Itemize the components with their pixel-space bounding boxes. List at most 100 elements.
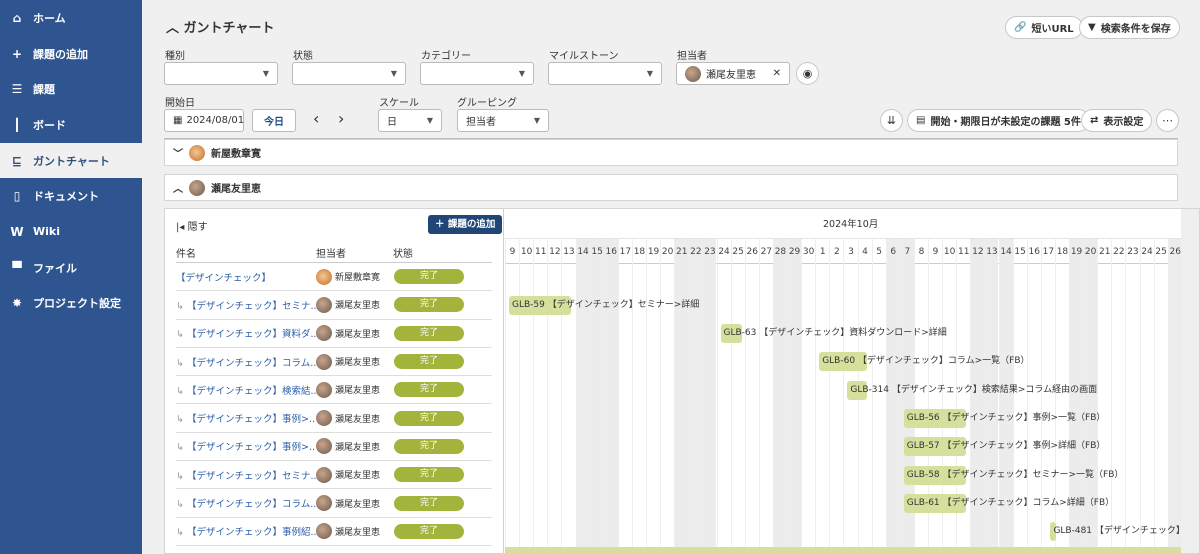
- group-header[interactable]: ﹀ 新屋敷章寛: [164, 139, 1178, 166]
- sidebar-item[interactable]: ▀ ファイル: [0, 250, 142, 286]
- more-icon: ⋯: [1162, 114, 1173, 127]
- prev-icon[interactable]: ‹: [313, 109, 319, 128]
- status-select[interactable]: ▼: [292, 62, 406, 85]
- status-badge[interactable]: 完了: [394, 438, 464, 454]
- save-search-button[interactable]: ▼ 検索条件を保存: [1079, 16, 1180, 39]
- add-issue-button[interactable]: ＋ 課題の追加: [428, 215, 503, 234]
- start-date-input[interactable]: ▦ 2024/08/01: [164, 109, 244, 132]
- assignee: 新屋敷章寛: [316, 268, 394, 285]
- issue-link[interactable]: ↳ 【デザインチェック】セミナ...: [176, 468, 316, 482]
- day-column: 24: [1139, 239, 1154, 553]
- day-column: 27: [758, 239, 773, 553]
- category-select[interactable]: ▼: [420, 62, 534, 85]
- day-column: 25: [1153, 239, 1168, 553]
- status-badge[interactable]: 完了: [394, 382, 464, 398]
- day-label: 20: [1084, 247, 1097, 257]
- hide-button[interactable]: |◂ 隠す: [176, 218, 208, 233]
- group-header[interactable]: ︿ 瀬尾友里恵: [164, 174, 1178, 201]
- sidebar-item[interactable]: ⊑ ガントチャート: [0, 142, 142, 179]
- expand-button[interactable]: ⇊: [880, 109, 903, 132]
- status-badge[interactable]: 完了: [394, 325, 464, 341]
- sliders-icon: ⇄: [1090, 115, 1099, 126]
- sidebar-item[interactable]: W Wiki: [0, 214, 142, 250]
- issue-link[interactable]: ↳ 【デザインチェック】コラム...: [176, 496, 316, 510]
- type-select[interactable]: ▼: [164, 62, 278, 85]
- scrollbar[interactable]: [1181, 209, 1199, 553]
- category-label: カテゴリー: [421, 51, 471, 62]
- day-label: 18: [633, 247, 646, 257]
- day-label: 12: [549, 247, 561, 257]
- day-label: 19: [1070, 247, 1083, 257]
- table-row: 【デザインチェック】 新屋敷章寛 完了: [176, 263, 492, 292]
- col-assignee: 担当者: [316, 249, 346, 260]
- issue-link[interactable]: ↳ 【デザインチェック】資料ダ...: [176, 326, 316, 340]
- issue-table: |◂ 隠す ＋ 課題の追加 件名 担当者 状態 【デザインチェック】 新屋敷章寛…: [165, 209, 504, 553]
- assignee-select[interactable]: 瀬尾友里恵 ✕: [676, 62, 790, 85]
- sidebar-item[interactable]: ▯ ドキュメント: [0, 178, 142, 214]
- day-label: 11: [958, 247, 970, 257]
- status-badge[interactable]: 完了: [394, 354, 464, 370]
- status-badge[interactable]: 完了: [394, 495, 464, 511]
- close-icon[interactable]: ✕: [773, 68, 781, 79]
- page-title[interactable]: ︿ ガントチャート: [166, 17, 274, 36]
- day-label: 30: [802, 247, 815, 257]
- table-header: 件名 担当者 状態: [176, 245, 492, 263]
- avatar: [316, 438, 332, 455]
- day-label: 16: [1028, 247, 1040, 257]
- issue-link[interactable]: ↳ 【デザインチェック】事例>...: [176, 411, 316, 425]
- issue-link[interactable]: ↳ 【デザインチェック】事例>...: [176, 439, 316, 453]
- issue-link[interactable]: ↳ 【デザインチェック】コラム...: [176, 355, 316, 369]
- status-badge[interactable]: 完了: [394, 297, 464, 313]
- issue-link[interactable]: 【デザインチェック】: [176, 270, 316, 284]
- plus-icon: ＋: [435, 219, 448, 230]
- day-label: 29: [788, 247, 801, 257]
- day-column: 25: [730, 239, 745, 553]
- sidebar-item[interactable]: + 課題の追加: [0, 36, 142, 72]
- sidebar-item[interactable]: ┃ ボード: [0, 107, 142, 143]
- timeline: 2024年10月 9 10 11 12 13 14 15 16 17 18 19 20 21 22 23 24…: [505, 209, 1199, 553]
- assignee-label: 担当者: [677, 51, 707, 62]
- subtask-icon: ↳: [176, 357, 187, 369]
- gantt-bar-label: GLB-57 【デザインチェック】事例>詳細（FB）: [906, 441, 1106, 452]
- avatar: [316, 523, 332, 540]
- next-icon[interactable]: ›: [338, 109, 344, 128]
- day-label: 12: [972, 247, 984, 257]
- table-row: ↳ 【デザインチェック】事例>... 瀬尾友里恵 完了: [176, 405, 492, 433]
- today-button[interactable]: 今日: [252, 109, 296, 132]
- scale-select[interactable]: 日 ▼: [378, 109, 442, 132]
- assign-me-button[interactable]: ◉: [796, 62, 819, 85]
- day-label: 21: [1099, 247, 1111, 257]
- display-settings-button[interactable]: ⇄ 表示設定: [1081, 109, 1153, 132]
- avatar: [316, 353, 332, 370]
- issue-link[interactable]: ↳ 【デザインチェック】セミナ...: [176, 298, 316, 312]
- chevron-up-icon: ︿: [173, 184, 183, 195]
- sidebar-item[interactable]: ☰ 課題: [0, 71, 142, 107]
- day-column: 14: [575, 239, 590, 553]
- subtask-icon: ↳: [176, 385, 187, 397]
- day-label: 14: [1000, 247, 1012, 257]
- status-badge[interactable]: 完了: [394, 467, 464, 483]
- issue-link[interactable]: ↳ 【デザインチェック】検索結...: [176, 383, 316, 397]
- status-badge[interactable]: 完了: [394, 523, 464, 539]
- sidebar-item[interactable]: ✸ プロジェクト設定: [0, 286, 142, 322]
- day-column: 16: [603, 239, 618, 553]
- gantt-bar-label: GLB-481 【デザインチェック】: [1053, 526, 1185, 537]
- status-badge[interactable]: 完了: [394, 269, 464, 285]
- group-summary-bar: [505, 547, 1181, 553]
- sidebar-item[interactable]: ⌂ ホーム: [0, 0, 142, 36]
- filter-icon: ▼: [1088, 22, 1096, 33]
- status-badge[interactable]: 完了: [394, 410, 464, 426]
- day-label: 23: [704, 247, 716, 257]
- day-label: 14: [577, 247, 589, 257]
- status-label: 状態: [293, 51, 313, 62]
- day-column: 21: [674, 239, 689, 553]
- unscheduled-button[interactable]: ▤ 開始・期限日が未設定の課題 5件: [907, 109, 1090, 132]
- day-label: 2: [833, 247, 840, 257]
- day-label: 17: [1042, 247, 1055, 257]
- more-button[interactable]: ⋯: [1156, 109, 1179, 132]
- col-status: 状態: [393, 249, 413, 260]
- short-url-button[interactable]: 🔗 短いURL: [1005, 16, 1083, 39]
- grouping-select[interactable]: 担当者 ▼: [457, 109, 549, 132]
- milestone-select[interactable]: ▼: [548, 62, 662, 85]
- issue-link[interactable]: ↳ 【デザインチェック】事例紹...: [176, 524, 316, 538]
